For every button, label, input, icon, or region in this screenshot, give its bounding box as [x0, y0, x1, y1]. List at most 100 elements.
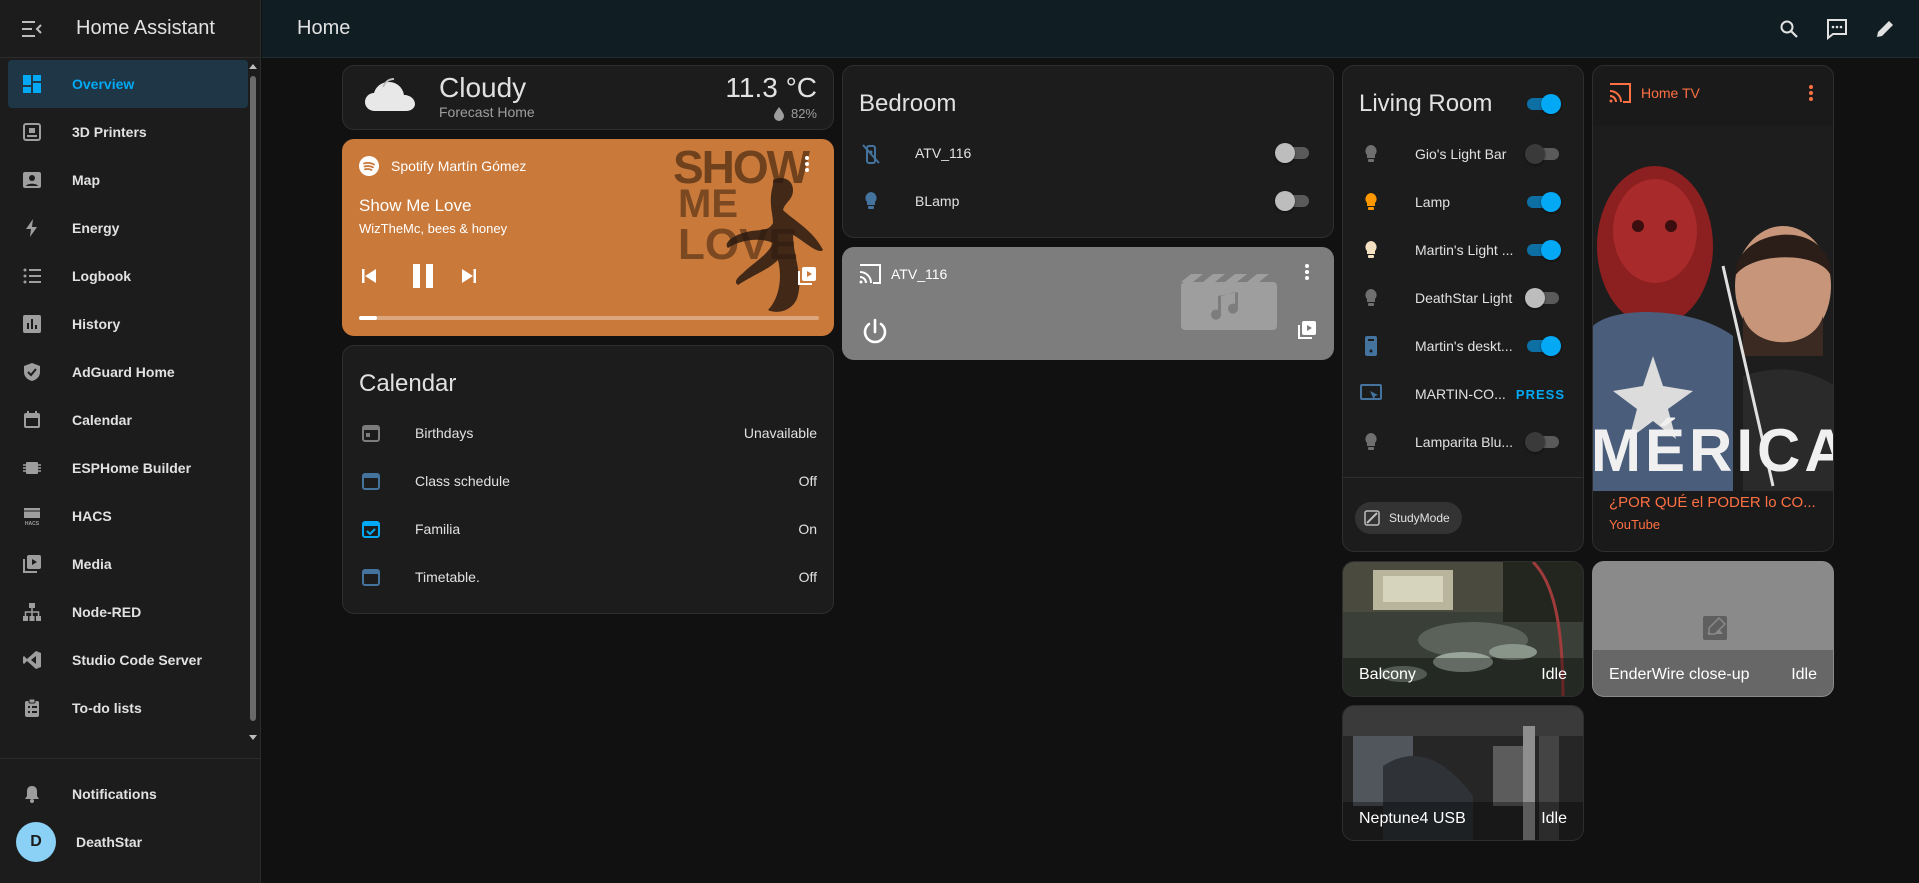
living-row-lamp[interactable]: Lamp	[1343, 182, 1583, 222]
lightbulb-on-icon	[1359, 190, 1383, 214]
progress-bar[interactable]	[359, 316, 819, 320]
media-app: YouTube	[1609, 517, 1661, 532]
sidebar-item-adguard-home[interactable]: AdGuard Home	[8, 348, 248, 396]
power-button[interactable]	[859, 316, 891, 348]
toggle-switch[interactable]	[1275, 143, 1311, 163]
living-row-martins-desktop[interactable]: Martin's deskt...	[1343, 326, 1583, 366]
sidebar-item-hacs[interactable]: HACS HACS	[8, 492, 248, 540]
living-row-lamparita[interactable]: Lamparita Blu...	[1343, 422, 1583, 462]
toggle-switch[interactable]	[1525, 288, 1561, 308]
sidebar-item-history[interactable]: History	[8, 300, 248, 348]
row-label: ATV_116	[915, 145, 972, 161]
press-button[interactable]: PRESS	[1516, 387, 1565, 402]
sidebar-item-label: AdGuard Home	[72, 364, 175, 380]
next-track-button[interactable]	[457, 264, 481, 288]
calendar-card: Calendar Birthdays Unavailable Class sch…	[342, 345, 834, 614]
sidebar-bottom: Notifications D DeathStar	[8, 770, 248, 866]
hacs-icon: HACS	[20, 504, 44, 528]
remote-off-icon	[859, 141, 883, 165]
skip-next-icon	[462, 269, 476, 283]
previous-track-button[interactable]	[357, 264, 381, 288]
cloudy-icon	[365, 78, 415, 111]
sidebar-item-label: 3D Printers	[72, 124, 147, 140]
toggle-switch[interactable]	[1525, 432, 1561, 452]
living-room-title: Living Room	[1359, 90, 1493, 117]
track-title: Show Me Love	[359, 196, 472, 215]
lightning-bolt-icon	[20, 216, 44, 240]
atv-media-card[interactable]: ATV_116	[842, 247, 1334, 360]
cast-icon	[859, 264, 881, 284]
bedroom-row-atv[interactable]: ATV_116	[843, 133, 1333, 173]
sidebar-item-label: ESPHome Builder	[72, 460, 192, 476]
scroll-down-icon[interactable]	[249, 734, 257, 742]
camera-card-balcony[interactable]: Balcony Idle	[1342, 561, 1584, 697]
sidebar-item-media[interactable]: Media	[8, 540, 248, 588]
player-title: Home TV	[1641, 85, 1700, 101]
sidebar-item-logbook[interactable]: Logbook	[8, 252, 248, 300]
living-room-master-toggle[interactable]	[1525, 94, 1561, 114]
calendar-icon	[359, 469, 383, 493]
card-divider	[1343, 477, 1583, 478]
sidebar-item-node-red[interactable]: Node-RED	[8, 588, 248, 636]
assist-chat-icon	[1827, 19, 1847, 40]
toggle-switch[interactable]	[1275, 191, 1311, 211]
toggle-switch[interactable]	[1525, 240, 1561, 260]
sidebar-item-notifications[interactable]: Notifications	[8, 770, 248, 818]
camera-name: Balcony	[1359, 666, 1416, 683]
scroll-up-icon[interactable]	[249, 62, 257, 70]
sidebar-item-energy[interactable]: Energy	[8, 204, 248, 252]
living-row-martins-light[interactable]: Martin's Light ...	[1343, 230, 1583, 270]
atv-browse-media-button[interactable]	[1295, 318, 1319, 342]
media-source: Spotify Martín Gómez	[391, 158, 527, 174]
sidebar-item-user[interactable]: D DeathStar	[8, 818, 248, 866]
weather-temperature: 11.3 °C	[725, 72, 817, 103]
sidebar-item-calendar[interactable]: Calendar	[8, 396, 248, 444]
calendar-row-timetable[interactable]: Timetable. Off	[343, 557, 833, 597]
living-row-deathstar-light[interactable]: DeathStar Light	[1343, 278, 1583, 318]
sidebar-item-studio-code-server[interactable]: Studio Code Server	[8, 636, 248, 684]
desktop-tower-icon	[1359, 334, 1383, 358]
row-label: Martin's deskt...	[1415, 338, 1513, 354]
calendar-row-familia[interactable]: Familia On	[343, 509, 833, 549]
sidebar-item-esphome-builder[interactable]: ESPHome Builder	[8, 444, 248, 492]
spotify-media-card[interactable]: SHOW ME LOVE Spotify Martín Gómez Show M…	[342, 139, 834, 336]
edit-dashboard-button[interactable]	[1861, 5, 1909, 53]
scroll-thumb[interactable]	[250, 76, 256, 721]
sidebar-item-map[interactable]: Map	[8, 156, 248, 204]
living-row-martin-co[interactable]: MARTIN-CO... PRESS	[1343, 374, 1583, 414]
assist-button[interactable]	[1813, 5, 1861, 53]
sidebar-item-3d-printers[interactable]: 3D Printers	[8, 108, 248, 156]
camera-card-neptune4[interactable]: Neptune4 USB Idle	[1342, 705, 1584, 841]
scene-chip-studymode[interactable]: StudyMode	[1355, 502, 1462, 534]
row-value: Off	[798, 569, 817, 585]
toggle-switch[interactable]	[1525, 336, 1561, 356]
sidebar-item-to-do-lists[interactable]: To-do lists	[8, 684, 248, 732]
home-tv-media-card[interactable]: Home TV MÉRICA ¿POR QUÉ el PODER lo CO..…	[1592, 65, 1834, 552]
camera-card-enderwire[interactable]: EnderWire close-up Idle	[1592, 561, 1834, 697]
sidebar-item-label: History	[72, 316, 121, 332]
browse-media-button[interactable]	[795, 264, 819, 288]
toggle-switch[interactable]	[1525, 192, 1561, 212]
bedroom-row-blamp[interactable]: BLamp	[843, 181, 1333, 221]
row-value: On	[798, 521, 817, 537]
lightbulb-icon	[1359, 142, 1383, 166]
menu-collapse-icon[interactable]	[20, 17, 44, 41]
weather-card[interactable]: Cloudy Forecast Home 11.3 °C 82%	[342, 65, 834, 130]
calendar-row-class-schedule[interactable]: Class schedule Off	[343, 461, 833, 501]
search-button[interactable]	[1765, 5, 1813, 53]
tv-more-button[interactable]	[1799, 81, 1823, 105]
living-room-card: Living Room Gio's Light Bar Lamp Martin'…	[1342, 65, 1584, 552]
atv-more-button[interactable]	[1295, 260, 1319, 284]
toggle-switch[interactable]	[1525, 144, 1561, 164]
sidebar-scrollbar[interactable]	[249, 62, 257, 742]
lightbulb-on-icon	[1359, 238, 1383, 262]
play-pause-button[interactable]	[403, 256, 443, 296]
bedroom-title: Bedroom	[859, 90, 957, 117]
play-box-multiple-icon	[1298, 321, 1316, 339]
spotify-more-button[interactable]	[795, 152, 819, 176]
sidebar-item-overview[interactable]: Overview	[8, 60, 248, 108]
sidebar-divider	[0, 758, 261, 759]
living-row-gios-light-bar[interactable]: Gio's Light Bar	[1343, 134, 1583, 174]
calendar-row-birthdays[interactable]: Birthdays Unavailable	[343, 413, 833, 453]
chip-icon	[20, 456, 44, 480]
